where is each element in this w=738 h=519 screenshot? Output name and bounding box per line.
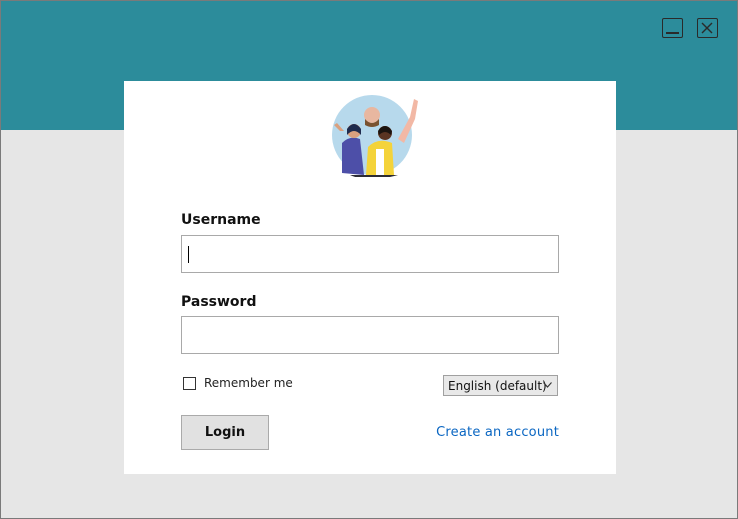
team-illustration <box>332 95 418 177</box>
remember-me-label: Remember me <box>204 376 293 390</box>
password-label: Password <box>181 294 257 310</box>
text-cursor <box>188 246 189 263</box>
login-window: Username Password Remember me English (d… <box>0 0 738 519</box>
language-selected-value: English (default) <box>448 378 547 393</box>
login-card: Username Password Remember me English (d… <box>124 81 616 474</box>
close-button[interactable] <box>697 18 718 38</box>
password-input[interactable] <box>181 316 559 354</box>
close-icon <box>701 22 713 34</box>
remember-me-option[interactable]: Remember me <box>183 376 293 390</box>
remember-me-checkbox[interactable] <box>183 376 196 390</box>
minimize-button[interactable] <box>662 18 683 38</box>
login-button[interactable]: Login <box>181 415 269 450</box>
language-dropdown[interactable]: English (default) <box>443 375 558 396</box>
create-account-link[interactable]: Create an account <box>436 425 559 440</box>
username-label: Username <box>181 212 261 228</box>
username-input[interactable] <box>181 235 559 273</box>
chevron-down-icon <box>543 382 552 388</box>
